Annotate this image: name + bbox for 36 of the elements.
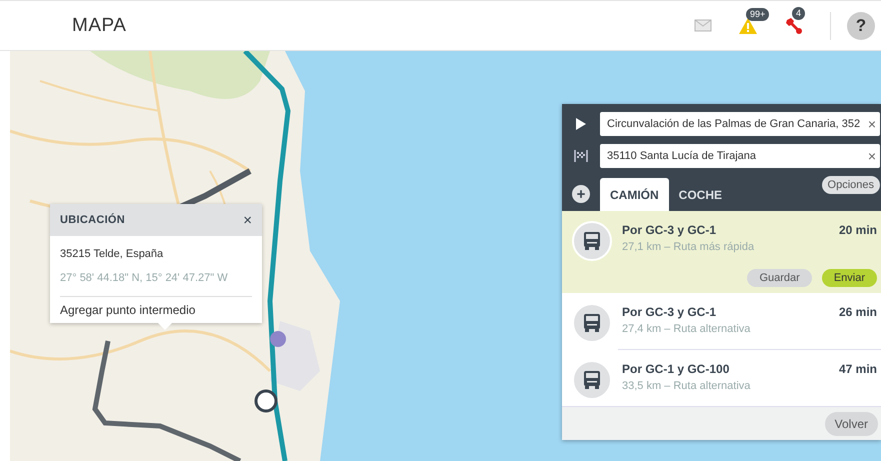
add-stop-button[interactable]: + bbox=[572, 185, 590, 203]
route-duration: 26 min bbox=[838, 305, 877, 319]
notification-badge: 4 bbox=[792, 6, 806, 20]
coordinates-text: 27° 58' 44.18" N, 15° 24' 47.27" W bbox=[60, 272, 229, 284]
clear-button[interactable]: × bbox=[868, 116, 876, 132]
back-button[interactable]: Volver bbox=[824, 412, 878, 436]
route-name: Por GC-3 y GC-1 bbox=[622, 305, 716, 319]
address-text: 35215 Telde, España bbox=[60, 248, 164, 260]
page-title: MAPA bbox=[72, 14, 128, 36]
popup-title: UBICACIÓN bbox=[60, 214, 126, 226]
route-name: Por GC-1 y GC-100 bbox=[622, 362, 730, 376]
notification-badge: 99+ bbox=[746, 8, 770, 20]
close-button[interactable]: × bbox=[243, 212, 252, 228]
route-duration: 20 min bbox=[838, 223, 877, 237]
route-name: Por GC-3 y GC-1 bbox=[622, 223, 716, 237]
route-option[interactable]: Por GC-3 y GC-1 20 min 27,1 km – Ruta más rápida Guardar Enviar bbox=[562, 211, 881, 293]
route-detail: 27,4 km – Ruta alternativa bbox=[622, 323, 752, 335]
vehicle-tab[interactable]: CAMIÓN bbox=[600, 178, 669, 211]
route-action-button[interactable]: Enviar bbox=[822, 269, 877, 287]
wrench-icon[interactable] bbox=[784, 16, 804, 36]
route-duration: 47 min bbox=[838, 362, 877, 376]
truck-icon bbox=[583, 313, 601, 333]
address-field[interactable]: 35110 Santa Lucía de Tirajana × bbox=[600, 144, 880, 168]
add-waypoint-link[interactable]: Agregar punto intermedio bbox=[60, 303, 252, 317]
help-button[interactable]: ? bbox=[847, 12, 875, 40]
vehicle-tab[interactable]: COCHE bbox=[668, 178, 732, 211]
route-detail: 27,1 km – Ruta más rápida bbox=[622, 241, 756, 253]
checkered-flag-icon bbox=[574, 150, 588, 162]
route-action-button[interactable]: Guardar bbox=[747, 269, 812, 287]
truck-icon bbox=[583, 370, 601, 390]
clear-button[interactable]: × bbox=[868, 148, 876, 164]
truck-icon bbox=[583, 231, 601, 251]
route-detail: 33,5 km – Ruta alternativa bbox=[622, 380, 752, 392]
play-icon bbox=[576, 118, 586, 130]
options-button[interactable]: Opciones bbox=[822, 176, 880, 194]
address-field[interactable]: Circunvalación de las Palmas de Gran Canaria, 352 × bbox=[600, 112, 880, 136]
